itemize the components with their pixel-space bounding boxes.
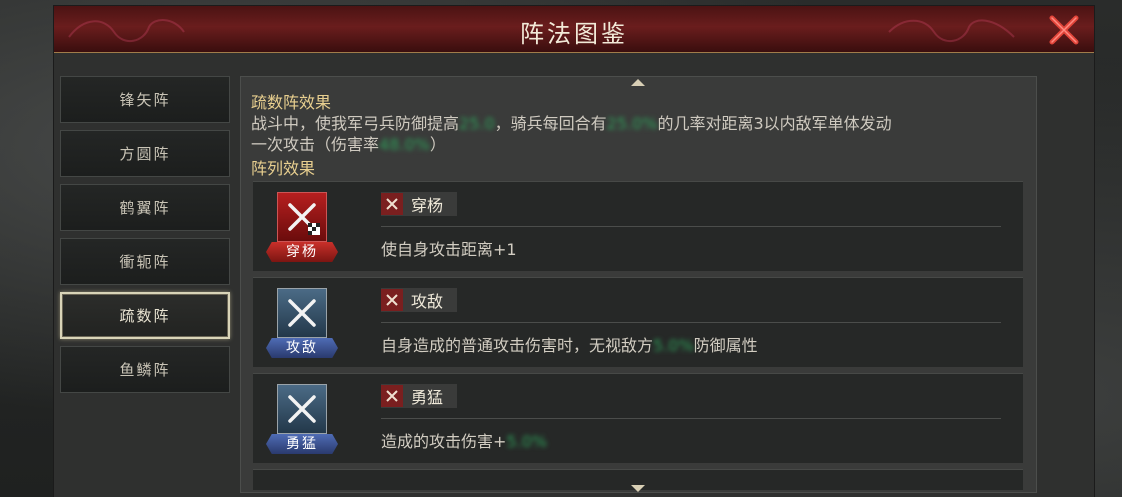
skill-name-ribbon: 穿杨 — [266, 242, 338, 262]
formation-list: 锋矢阵 方圆阵 鹤翼阵 衝轭阵 疏数阵 鱼鳞阵 — [60, 76, 234, 400]
formation-label: 鱼鳞阵 — [119, 361, 171, 379]
desc-value: 48.0% — [379, 135, 430, 154]
desc-text: 一次攻击（伤害率 — [251, 135, 380, 154]
formation-effect-card: 勇猛 勇猛 造成的攻击伤害+5.0% — [253, 373, 1023, 463]
desc-text: 的几率对距离3以内敌军单体发动 — [657, 114, 892, 133]
title-bar: 阵法图鉴 — [54, 6, 1094, 53]
crossed-swords-icon — [381, 385, 403, 407]
skill-badge: 勇猛 — [266, 384, 338, 458]
formation-label: 疏数阵 — [119, 307, 171, 325]
skill-frame — [277, 384, 327, 434]
skill-tag: 攻敌 — [381, 288, 458, 312]
skill-tag: 穿杨 — [381, 192, 458, 216]
formation-item-fangyuan[interactable]: 方圆阵 — [60, 130, 230, 177]
effect-description: 战斗中，使我军弓兵防御提高25.0，骑兵每回合有25.0%的几率对距离3以内敌军… — [251, 113, 991, 155]
skill-name-ribbon: 勇猛 — [266, 434, 338, 454]
effect-value: 5.0% — [506, 432, 548, 451]
skill-effect: 造成的攻击伤害+5.0% — [381, 428, 547, 452]
skill-name: 穿杨 — [411, 196, 444, 215]
formation-item-chonge[interactable]: 衝轭阵 — [60, 238, 230, 285]
divider — [381, 418, 1001, 419]
skill-name: 勇猛 — [411, 388, 444, 407]
formation-label: 鹤翼阵 — [119, 199, 171, 217]
divider — [381, 226, 1001, 227]
crossed-swords-icon — [381, 289, 403, 311]
formation-item-shushu[interactable]: 疏数阵 — [60, 292, 230, 339]
desc-value: 25.0 — [459, 114, 495, 133]
formation-item-yulin[interactable]: 鱼鳞阵 — [60, 346, 230, 393]
skill-tag: 勇猛 — [381, 384, 458, 408]
formation-effect-title: 阵列效果 — [251, 159, 316, 178]
formation-label: 方圆阵 — [119, 145, 171, 163]
desc-value: 25.0% — [606, 114, 658, 133]
skill-badge: 攻敌 — [266, 288, 338, 362]
effect-text: 造成的攻击伤害+ — [381, 432, 507, 451]
crossed-swords-icon — [381, 193, 403, 215]
crossed-swords-icon — [288, 395, 316, 423]
formation-label: 衝轭阵 — [119, 253, 171, 271]
skill-name-ribbon: 攻敌 — [266, 338, 338, 358]
formation-codex-window: 阵法图鉴 锋矢阵 方圆阵 鹤翼阵 衝轭阵 疏数阵 鱼鳞阵 疏数阵效果 战斗中，使… — [54, 6, 1094, 497]
formation-detail-panel[interactable]: 疏数阵效果 战斗中，使我军弓兵防御提高25.0，骑兵每回合有25.0%的几率对距… — [240, 76, 1037, 493]
skill-frame — [277, 288, 327, 338]
desc-text: 战斗中，使我军弓兵防御提高 — [251, 114, 460, 133]
formation-item-heyi[interactable]: 鹤翼阵 — [60, 184, 230, 231]
close-icon[interactable] — [1046, 12, 1082, 48]
scroll-up-icon[interactable] — [631, 79, 645, 86]
divider — [381, 322, 1001, 323]
crossed-swords-icon — [288, 299, 316, 327]
effect-title: 疏数阵效果 — [251, 93, 332, 112]
skill-effect: 自身造成的普通攻击伤害时，无视敌方5.0%防御属性 — [381, 332, 758, 356]
skill-name: 攻敌 — [411, 292, 444, 311]
desc-text: ） — [429, 135, 446, 154]
effect-text: 自身造成的普通攻击伤害时，无视敌方 — [381, 336, 654, 355]
formation-item-fengshi[interactable]: 锋矢阵 — [60, 76, 230, 123]
desc-text: ，骑兵每回合有 — [494, 114, 607, 133]
crossed-swords-icon — [288, 203, 320, 235]
skill-effect: 使自身攻击距离+1 — [381, 240, 517, 259]
window-title: 阵法图鉴 — [520, 20, 628, 48]
skill-badge: 穿杨 — [266, 192, 338, 266]
formation-effect-card: 攻敌 攻敌 自身造成的普通攻击伤害时，无视敌方5.0%防御属性 — [253, 277, 1023, 367]
formation-label: 锋矢阵 — [119, 91, 171, 109]
formation-effect-card: 穿杨 穿杨 使自身攻击距离+1 — [253, 181, 1023, 271]
effect-value: 5.0% — [653, 336, 694, 355]
effect-text: 防御属性 — [693, 336, 758, 355]
scroll-down-icon[interactable] — [631, 485, 645, 492]
skill-frame — [277, 192, 327, 242]
